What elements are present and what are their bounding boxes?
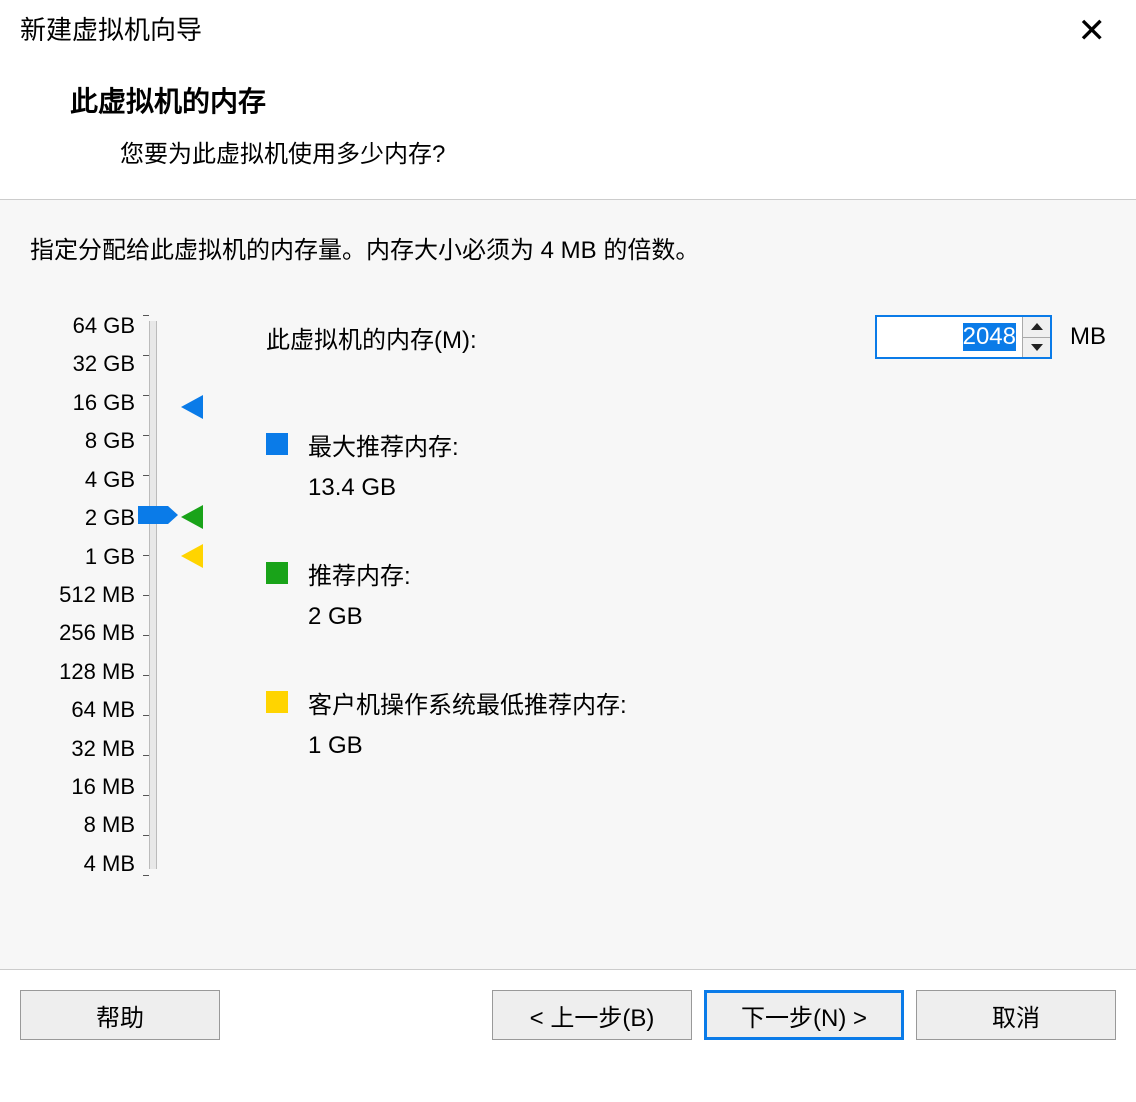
slider-tick-label: 8 GB <box>30 430 135 452</box>
legend-text: 最大推荐内存: 13.4 GB <box>308 429 459 508</box>
content-area: 指定分配给此虚拟机的内存量。内存大小必须为 4 MB 的倍数。 64 GB 32 … <box>0 200 1136 970</box>
slider-tick-label: 16 GB <box>30 392 135 414</box>
memory-input-row: 此虚拟机的内存(M): MB <box>266 315 1106 359</box>
legend-rec-value: 2 GB <box>308 598 411 636</box>
slider-tick-label: 2 GB <box>30 507 135 529</box>
slider-tick-label: 256 MB <box>30 622 135 644</box>
legend-recommended-memory: 推荐内存: 2 GB <box>266 558 1106 637</box>
slider-tick-label: 1 GB <box>30 546 135 568</box>
spinner-up-button[interactable] <box>1023 317 1050 338</box>
wizard-footer: 帮助 < 上一步(B) 下一步(N) > 取消 <box>0 970 1136 1060</box>
page-subtitle: 您要为此虚拟机使用多少内存? <box>70 134 1116 169</box>
legend-max-memory: 最大推荐内存: 13.4 GB <box>266 429 1106 508</box>
slider-tick-label: 8 MB <box>30 814 135 836</box>
slider-tick-label: 32 MB <box>30 738 135 760</box>
slider-tick-label: 512 MB <box>30 584 135 606</box>
blue-swatch-icon <box>266 433 288 455</box>
legend-max-label: 最大推荐内存: <box>308 429 459 467</box>
slider-tick-labels: 64 GB 32 GB 16 GB 8 GB 4 GB 2 GB 1 GB 512 MB 256… <box>30 315 135 875</box>
window-title: 新建虚拟机向导 <box>20 10 202 47</box>
page-title: 此虚拟机的内存 <box>70 80 1116 120</box>
legend-text: 推荐内存: 2 GB <box>308 558 411 637</box>
memory-spinner[interactable] <box>875 315 1052 359</box>
yellow-swatch-icon <box>266 691 288 713</box>
back-button[interactable]: < 上一步(B) <box>492 990 692 1040</box>
next-button[interactable]: 下一步(N) > <box>704 990 904 1040</box>
titlebar: 新建虚拟机向导 ✕ <box>0 0 1136 60</box>
slider-tick-label: 4 GB <box>30 469 135 491</box>
slider-tick-label: 64 GB <box>30 315 135 337</box>
legend-min-value: 1 GB <box>308 727 627 765</box>
slider-track[interactable] <box>143 315 173 875</box>
max-memory-marker-icon <box>181 395 203 419</box>
memory-details: 此虚拟机的内存(M): MB 最大推荐内存: 13.4 GB <box>246 315 1106 875</box>
slider-tick-label: 64 MB <box>30 699 135 721</box>
help-button[interactable]: 帮助 <box>20 990 220 1040</box>
memory-input-label: 此虚拟机的内存(M): <box>266 320 857 355</box>
instruction-text: 指定分配给此虚拟机的内存量。内存大小必须为 4 MB 的倍数。 <box>30 230 1106 265</box>
memory-unit: MB <box>1070 323 1106 351</box>
spinner-buttons <box>1022 317 1050 357</box>
memory-input[interactable] <box>877 317 1022 357</box>
spinner-down-button[interactable] <box>1023 338 1050 358</box>
slider-groove <box>149 321 157 869</box>
slider-thumb[interactable] <box>138 506 168 524</box>
slider-markers <box>181 315 221 875</box>
slider-tick-label: 128 MB <box>30 661 135 683</box>
slider-tick-label: 32 GB <box>30 353 135 375</box>
cancel-button[interactable]: 取消 <box>916 990 1116 1040</box>
chevron-down-icon <box>1031 344 1043 351</box>
slider-tick-label: 4 MB <box>30 853 135 875</box>
memory-slider[interactable]: 64 GB 32 GB 16 GB 8 GB 4 GB 2 GB 1 GB 512 MB 256… <box>30 315 221 875</box>
min-memory-marker-icon <box>181 544 203 568</box>
recommended-memory-marker-icon <box>181 505 203 529</box>
green-swatch-icon <box>266 562 288 584</box>
legend-min-memory: 客户机操作系统最低推荐内存: 1 GB <box>266 687 1106 766</box>
close-icon[interactable]: ✕ <box>1068 10 1117 52</box>
memory-config-row: 64 GB 32 GB 16 GB 8 GB 4 GB 2 GB 1 GB 512 MB 256… <box>30 315 1106 875</box>
legend-text: 客户机操作系统最低推荐内存: 1 GB <box>308 687 627 766</box>
slider-tick-label: 16 MB <box>30 776 135 798</box>
legend-min-label: 客户机操作系统最低推荐内存: <box>308 687 627 725</box>
legend-rec-label: 推荐内存: <box>308 558 411 596</box>
chevron-up-icon <box>1031 323 1043 330</box>
footer-spacer <box>232 990 480 1040</box>
wizard-header: 此虚拟机的内存 您要为此虚拟机使用多少内存? <box>0 60 1136 200</box>
legend-max-value: 13.4 GB <box>308 469 459 507</box>
